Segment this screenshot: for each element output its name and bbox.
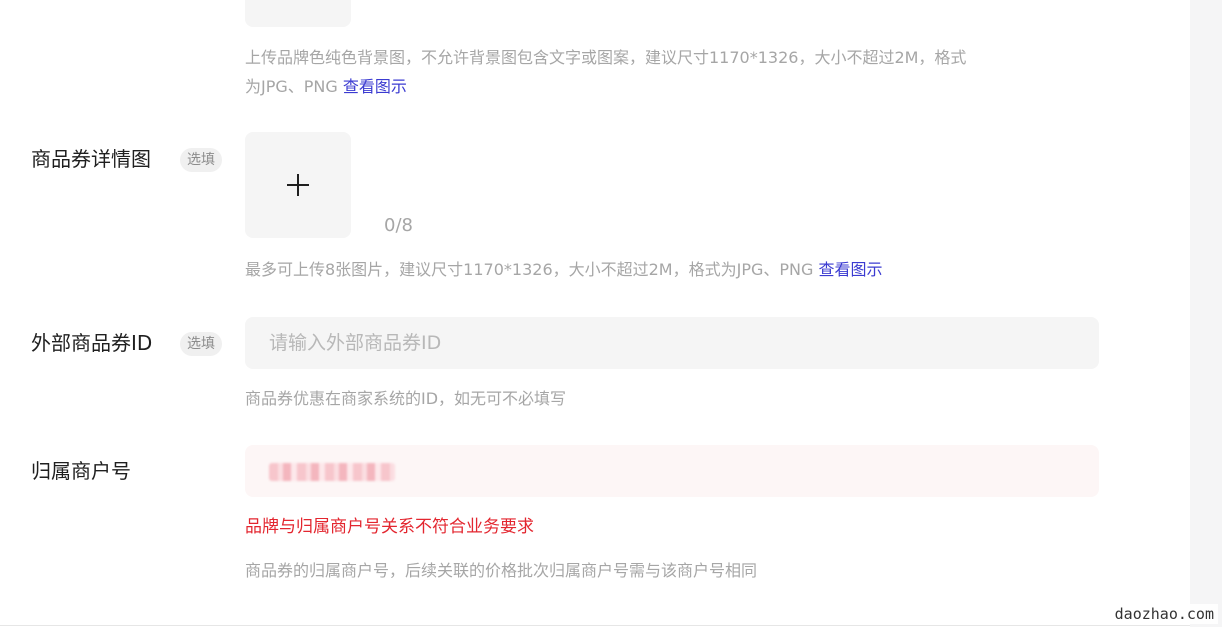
view-example-link[interactable]: 查看图示	[343, 77, 407, 96]
merchant-number-label: 归属商户号	[31, 459, 131, 483]
view-example-link[interactable]: 查看图示	[818, 260, 882, 279]
masked-merchant-value	[269, 463, 395, 481]
external-id-hint: 商品券优惠在商家系统的ID，如无可不必填写	[245, 389, 567, 408]
merchant-number-hint: 商品券的归属商户号，后续关联的价格批次归属商户号需与该商户号相同	[245, 561, 758, 580]
background-image-hint-line2: 为JPG、PNG	[245, 77, 338, 96]
background-image-hint-line2-row: 为JPG、PNG 查看图示	[245, 72, 1105, 101]
bottom-divider	[0, 625, 1190, 626]
external-id-placeholder: 请输入外部商品券ID	[269, 332, 442, 354]
merchant-number-input[interactable]	[245, 445, 1099, 497]
plus-icon	[287, 174, 309, 196]
watermark: daozhao.com	[1110, 604, 1218, 624]
background-image-hint-line1: 上传品牌色纯色背景图，不允许背景图包含文字或图案，建议尺寸1170*1326，大…	[245, 48, 967, 67]
external-id-input[interactable]: 请输入外部商品券ID	[245, 317, 1099, 369]
optional-tag: 选填	[180, 332, 222, 356]
detail-images-hint: 最多可上传8张图片，建议尺寸1170*1326，大小不超过2M，格式为JPG、P…	[245, 260, 814, 279]
optional-tag: 选填	[180, 148, 222, 172]
merchant-number-error: 品牌与归属商户号关系不符合业务要求	[245, 517, 534, 537]
detail-images-upload-button[interactable]	[245, 132, 351, 238]
scrollbar-gutter	[1190, 0, 1222, 627]
background-image-upload-box[interactable]	[245, 0, 351, 27]
detail-images-label: 商品券详情图	[31, 147, 151, 171]
detail-images-hint-row: 最多可上传8张图片，建议尺寸1170*1326，大小不超过2M，格式为JPG、P…	[245, 255, 1105, 284]
background-image-hint: 上传品牌色纯色背景图，不允许背景图包含文字或图案，建议尺寸1170*1326，大…	[245, 43, 1105, 101]
external-id-label: 外部商品券ID	[31, 331, 153, 355]
image-counter: 0/8	[384, 215, 413, 236]
